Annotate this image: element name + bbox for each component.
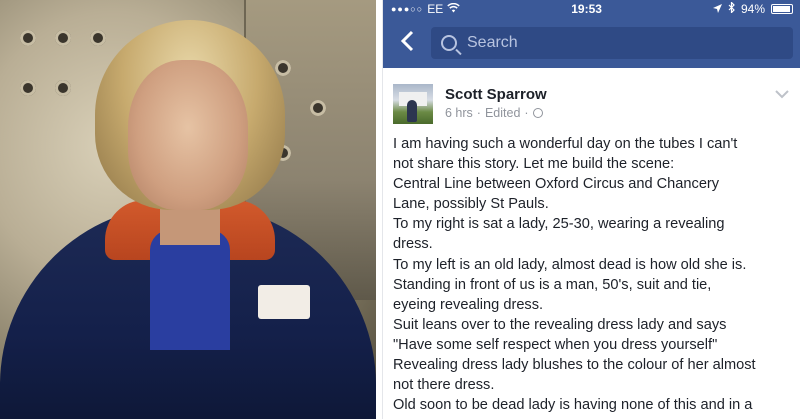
post-line: Revealing dress lady blushes to the colo… xyxy=(393,357,756,374)
photo-man-in-cockpit xyxy=(0,0,376,419)
search-icon xyxy=(441,35,457,51)
post-meta: 6 hrs · Edited · xyxy=(445,106,547,120)
location-arrow-icon xyxy=(712,2,722,16)
knob xyxy=(20,30,36,46)
clock: 19:53 xyxy=(571,2,602,16)
post-line: dress. xyxy=(393,236,433,253)
author-name[interactable]: Scott Sparrow xyxy=(445,86,547,103)
post-line: I am having such a wonderful day on the … xyxy=(393,136,738,152)
battery-icon xyxy=(771,4,793,14)
back-button[interactable] xyxy=(391,29,423,57)
post-line: Suit leans over to the revealing dress l… xyxy=(393,316,727,333)
post-line: To my right is sat a lady, 25-30, wearin… xyxy=(393,216,725,233)
knob xyxy=(310,100,326,116)
globe-icon xyxy=(532,108,543,118)
knob xyxy=(55,80,71,96)
status-bar: ●●●○○ EE 19:53 94% xyxy=(383,0,800,18)
knob xyxy=(20,80,36,96)
post-time[interactable]: 6 hrs xyxy=(445,106,473,120)
face xyxy=(128,60,248,210)
avatar[interactable] xyxy=(393,84,433,124)
battery-fill xyxy=(773,6,790,12)
edited-label[interactable]: Edited xyxy=(485,106,520,120)
post-line: eyeing revealing dress. xyxy=(393,296,544,313)
name-badge xyxy=(258,285,310,319)
wifi-icon xyxy=(447,2,460,16)
knob xyxy=(275,60,291,76)
battery-percent: 94% xyxy=(740,2,765,16)
post-line: not there dress. xyxy=(393,377,495,394)
knob xyxy=(90,30,106,46)
post-options-chevron-down-icon[interactable] xyxy=(775,86,789,102)
bluetooth-icon xyxy=(728,1,735,16)
post-text: I am having such a wonderful day on the … xyxy=(383,124,800,415)
knob xyxy=(55,30,71,46)
post-line: "Have some self respect when you dress y… xyxy=(393,336,718,353)
carrier-label: EE xyxy=(427,2,444,16)
post-header: Scott Sparrow 6 hrs · Edited · xyxy=(383,68,800,124)
post-line: Old soon to be dead lady is having none … xyxy=(393,397,753,414)
post-line: Standing in front of us is a man, 50's, … xyxy=(393,276,712,293)
post-line: To my left is an old lady, almost dead i… xyxy=(393,256,747,273)
avatar-person xyxy=(407,100,417,122)
post-line: Lane, possibly St Pauls. xyxy=(393,196,549,213)
signal-dots-icon: ●●●○○ xyxy=(391,4,424,14)
search-placeholder: Search xyxy=(467,34,518,51)
post-line: Central Line between Oxford Circus and C… xyxy=(393,176,720,193)
facebook-post-screenshot: ●●●○○ EE 19:53 94% Search Scott Sparrow … xyxy=(382,0,800,419)
search-input[interactable]: Search xyxy=(431,27,793,59)
post-line: not share this story. Let me build the s… xyxy=(393,156,675,173)
chevron-left-icon xyxy=(400,30,414,52)
shirt xyxy=(150,230,230,350)
nav-bar: Search xyxy=(383,18,800,68)
